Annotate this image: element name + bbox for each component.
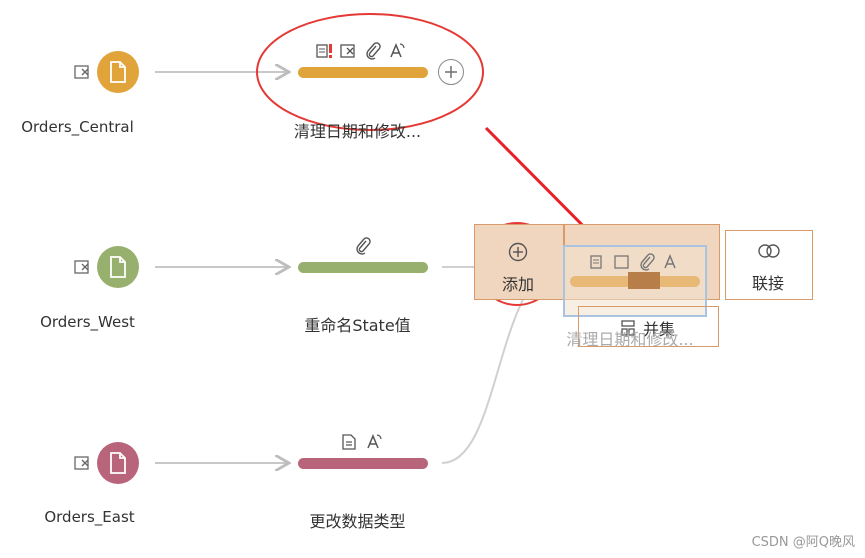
- source-label-central: Orders_Central: [21, 118, 134, 136]
- add-label: 添加: [502, 275, 535, 294]
- union-overlap-mark: [628, 272, 660, 289]
- rename-a-icon: [664, 254, 676, 269]
- paperclip-icon: [356, 237, 371, 255]
- remove-input-icon[interactable]: [74, 64, 92, 80]
- source-label-east: Orders_East: [44, 508, 135, 526]
- plus-circle-icon: [508, 242, 528, 266]
- source-label-west: Orders_West: [40, 313, 135, 331]
- drag-ghost-label: 清理日期和修改...: [566, 330, 694, 349]
- join-label: 联接: [752, 274, 785, 293]
- add-step-button[interactable]: [438, 59, 464, 85]
- step-label-central: 清理日期和修改...: [293, 122, 422, 141]
- remove-field-icon: [614, 255, 629, 269]
- join-icon: [757, 243, 781, 263]
- source-node-central[interactable]: [97, 51, 139, 93]
- remove-input-icon[interactable]: [74, 455, 92, 471]
- step-bar-east[interactable]: [298, 458, 428, 469]
- step-change-icons: [354, 237, 372, 255]
- source-node-east[interactable]: [97, 442, 139, 484]
- column-warning-icon: [590, 255, 602, 269]
- step-bar-west[interactable]: [298, 262, 428, 273]
- plus-icon: [445, 66, 457, 78]
- paperclip-icon: [640, 253, 655, 271]
- remove-input-icon[interactable]: [74, 259, 92, 275]
- column-warning-icon: [316, 44, 332, 58]
- step-change-icons: [341, 433, 383, 451]
- ghost-step-icons: [590, 253, 680, 271]
- file-icon: [110, 452, 126, 474]
- step-change-icons: [316, 42, 406, 60]
- file-icon: [110, 61, 126, 83]
- step-bar-central[interactable]: [298, 67, 428, 78]
- paperclip-icon: [366, 42, 381, 60]
- step-label-west: 重命名State值: [304, 316, 411, 335]
- watermark: CSDN @阿Q晚风: [751, 535, 855, 550]
- remove-field-icon: [340, 44, 355, 58]
- step-label-east: 更改数据类型: [309, 512, 406, 531]
- rename-a-icon: [367, 434, 382, 449]
- change-type-icon: [342, 434, 356, 450]
- file-icon: [110, 256, 126, 278]
- source-node-west[interactable]: [97, 246, 139, 288]
- rename-a-icon: [390, 43, 405, 58]
